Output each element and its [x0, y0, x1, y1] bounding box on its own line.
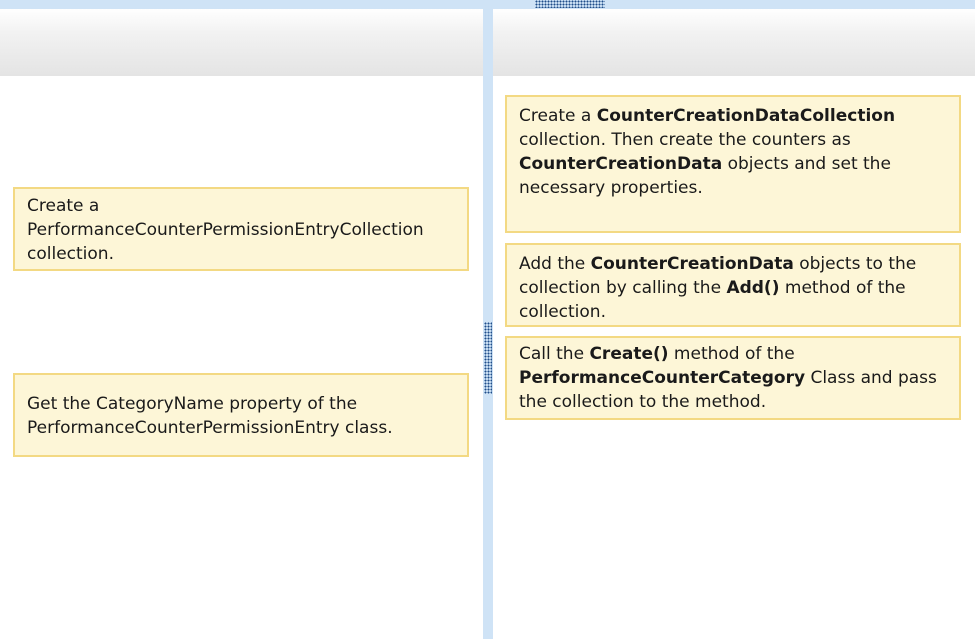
answer-item-bold-1: CounterCreationDataCollection [596, 106, 896, 126]
vertical-splitter[interactable] [483, 0, 493, 639]
answer-item-create-data-collection[interactable]: Create a CounterCreationDataCollection c… [505, 95, 961, 233]
answer-item-bold-2: PerformanceCounterCategory [519, 368, 806, 388]
source-item-text: Get the CategoryName property of the Per… [27, 394, 393, 438]
answer-item-text-2: method of the [668, 344, 795, 364]
answer-item-call-create[interactable]: Call the Create() method of the Performa… [505, 336, 961, 420]
source-item-text: Create a PerformanceCounterPermissionEnt… [27, 196, 424, 264]
splitter-grip-handle[interactable] [484, 322, 492, 394]
answer-pane-header [493, 9, 975, 76]
answer-item-bold-2: CounterCreationData [519, 154, 723, 174]
answer-item-text-2: collection. Then create the counters as [519, 130, 851, 150]
answer-item-text-1: Add the [519, 254, 591, 274]
source-item-create-permission-collection[interactable]: Create a PerformanceCounterPermissionEnt… [13, 187, 469, 271]
answer-pane: Create a CounterCreationDataCollection c… [493, 9, 975, 639]
answer-item-text-1: Call the [519, 344, 590, 364]
answer-item-bold-1: CounterCreationData [590, 254, 794, 274]
answer-item-bold-2: Add() [726, 278, 780, 298]
answer-item-add-to-collection[interactable]: Add the CounterCreationData objects to t… [505, 243, 961, 327]
source-pane-header [0, 9, 483, 76]
answer-item-bold-1: Create() [589, 344, 669, 364]
answer-item-text-1: Create a [519, 106, 597, 126]
top-resize-grip-handle[interactable] [535, 0, 605, 8]
source-pane: Create a PerformanceCounterPermissionEnt… [0, 9, 483, 639]
source-item-get-category-name[interactable]: Get the CategoryName property of the Per… [13, 373, 469, 457]
